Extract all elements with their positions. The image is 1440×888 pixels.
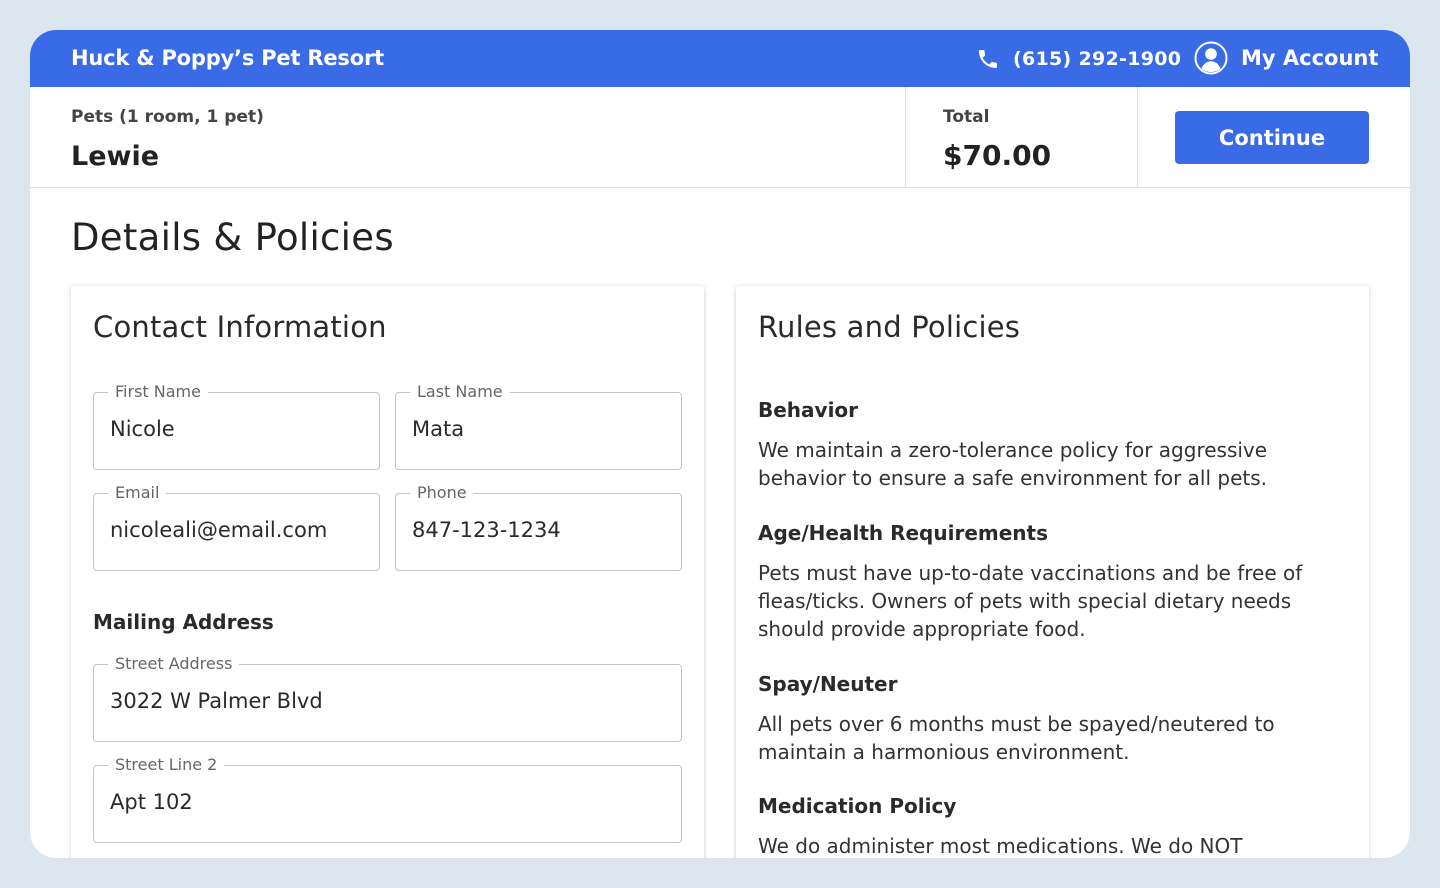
policy-heading: Medication Policy (758, 794, 957, 818)
total-label: Total (943, 107, 990, 127)
pet-name: Lewie (71, 141, 160, 172)
continue-button[interactable]: Continue (1175, 111, 1369, 164)
contact-information-card: Contact Information First Name Last Name… (71, 286, 704, 858)
mailing-address-heading: Mailing Address (93, 610, 274, 634)
brand-name[interactable]: Huck & Poppy’s Pet Resort (71, 46, 384, 70)
page-title: Details & Policies (71, 216, 394, 259)
policy-body: All pets over 6 months must be spayed/ne… (758, 712, 1275, 764)
phone-link[interactable]: (615) 292-1900 (976, 45, 1181, 73)
contact-information-title: Contact Information (93, 310, 387, 344)
street-address-label: Street Address (108, 654, 240, 674)
rules-and-policies-card: Rules and Policies Behavior We maintain … (736, 286, 1369, 858)
phone-icon (979, 50, 997, 68)
rules-and-policies-title: Rules and Policies (758, 310, 1021, 344)
street-line-2-label: Street Line 2 (108, 755, 225, 775)
policy-heading: Age/Health Requirements (758, 521, 1048, 545)
booking-summary-bar: Pets (1 room, 1 pet) Lewie Total $70.00 … (30, 87, 1410, 188)
phone-number: (615) 292-1900 (1013, 48, 1182, 70)
last-name-field[interactable]: Last Name (395, 382, 682, 470)
my-account-label: My Account (1241, 46, 1379, 70)
street-line-2-input[interactable] (110, 790, 665, 814)
phone-field[interactable]: Phone (395, 483, 682, 571)
policy-heading: Behavior (758, 398, 859, 422)
summary-divider (1137, 87, 1138, 187)
app-window: Huck & Poppy’s Pet Resort (615) 292-1900… (30, 30, 1410, 858)
street-line-2-field[interactable]: Street Line 2 (93, 755, 682, 843)
top-navigation-bar: Huck & Poppy’s Pet Resort (615) 292-1900… (30, 30, 1410, 87)
total-value: $70.00 (943, 139, 1052, 172)
policy-body: Pets must have up-to-date vaccinations a… (758, 561, 1303, 641)
street-address-field[interactable]: Street Address (93, 654, 682, 742)
last-name-input[interactable] (412, 417, 665, 441)
policy-body: We maintain a zero-tolerance policy for … (758, 438, 1268, 490)
user-circle-icon (1194, 41, 1228, 75)
phone-label: Phone (410, 483, 474, 503)
first-name-field[interactable]: First Name (93, 382, 380, 470)
email-input[interactable] (110, 518, 363, 542)
policy-body: We do administer most medications. We do… (758, 834, 1243, 858)
street-address-input[interactable] (110, 689, 665, 713)
first-name-input[interactable] (110, 417, 363, 441)
pets-label: Pets (1 room, 1 pet) (71, 107, 264, 127)
summary-divider (905, 87, 906, 187)
last-name-label: Last Name (410, 382, 510, 402)
policy-heading: Spay/Neuter (758, 672, 898, 696)
first-name-label: First Name (108, 382, 208, 402)
my-account-link[interactable]: My Account (1194, 41, 1378, 75)
phone-input[interactable] (412, 518, 665, 542)
email-field[interactable]: Email (93, 483, 380, 571)
email-label: Email (108, 483, 167, 503)
